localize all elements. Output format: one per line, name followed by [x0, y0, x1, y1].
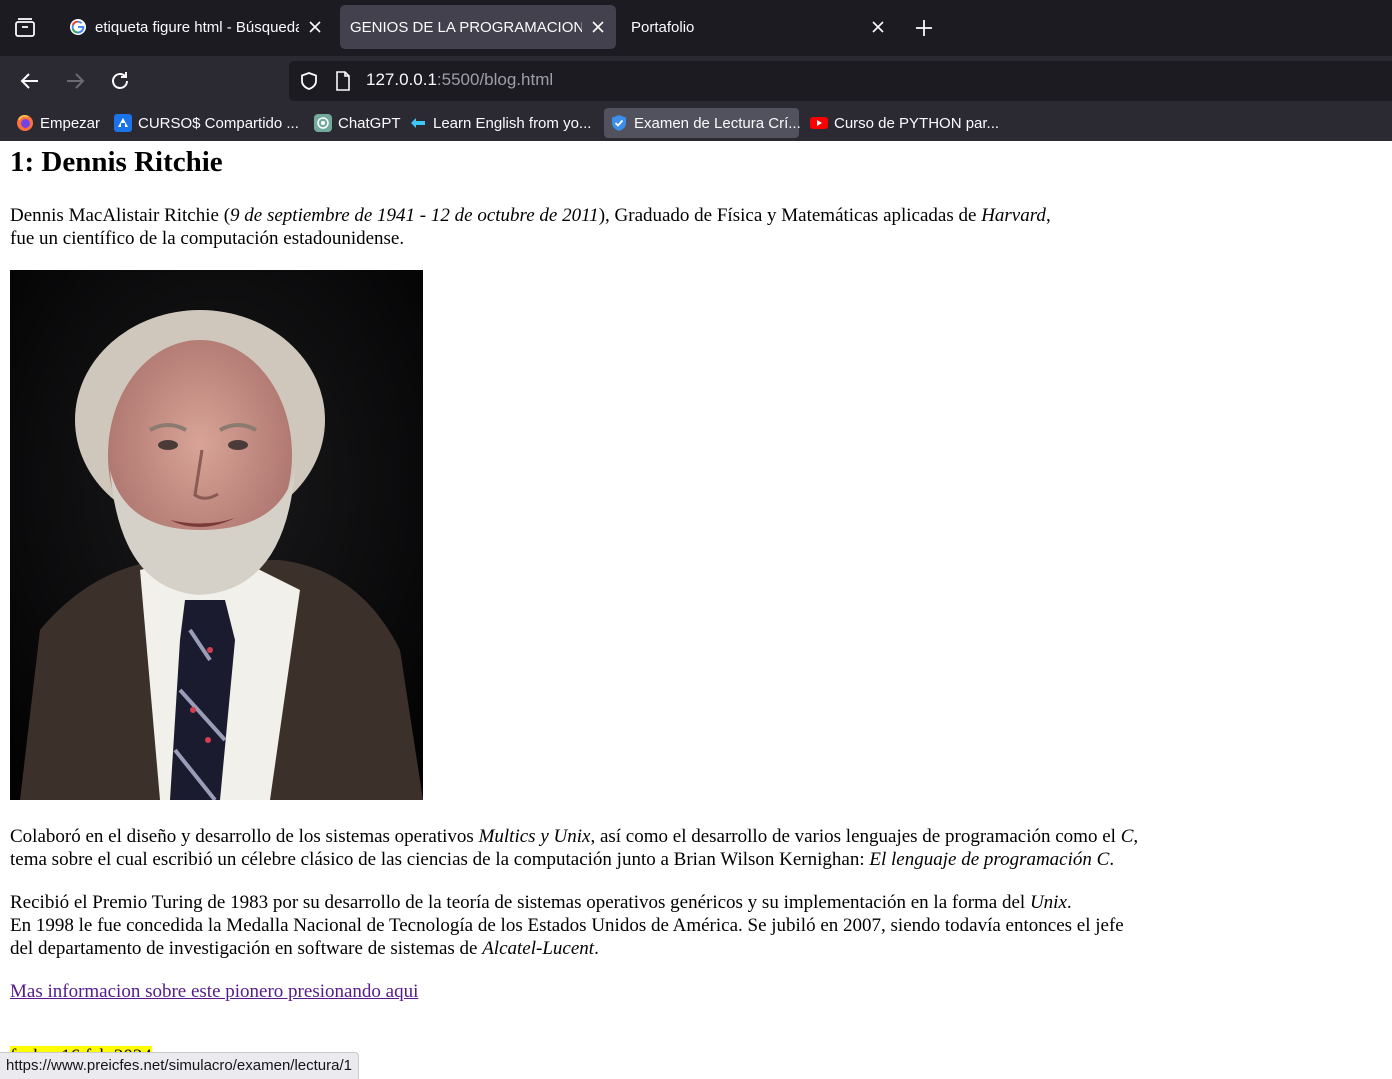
tab-title: GENIOS DE LA PROGRAMACION — [350, 18, 582, 36]
text: , así como el desarrollo de varios lengu… — [590, 826, 1121, 847]
c-lang-text: C — [1120, 826, 1134, 847]
text: tema sobre el cual escribió un célebre c… — [10, 849, 870, 870]
text: . — [1066, 892, 1072, 913]
status-bar: https://www.preicfes.net/simulacro/exame… — [0, 1052, 359, 1079]
tab-genios[interactable]: GENIOS DE LA PROGRAMACION — [340, 5, 616, 49]
text: . — [1109, 849, 1115, 870]
alcatel-text: Alcatel-Lucent — [482, 938, 595, 959]
dennis-ritchie-photo — [10, 270, 423, 800]
text: . — [594, 938, 599, 959]
bookmark-label: Empezar — [40, 114, 101, 132]
address-bar[interactable]: 127.0.0.1:5500/blog.html — [289, 61, 1392, 101]
tab-portafolio[interactable]: Portafolio — [621, 5, 896, 49]
page-title: 1: Dennis Ritchie — [10, 146, 223, 178]
text: En 1998 le fue concedida la Medalla Naci… — [10, 915, 1124, 936]
url-host: 127.0.0.1 — [366, 70, 437, 89]
page-icon — [336, 71, 350, 91]
chatgpt-icon — [314, 114, 332, 132]
bookmarks-bar: Empezar CURSO$ Compartido ... ChatGPT Le… — [0, 106, 1392, 141]
bookmark-label: Examen de Lectura Crí... — [634, 114, 801, 132]
text: Recibió el Premio Turing de 1983 por su … — [10, 892, 1030, 913]
url-path: :5500/blog.html — [436, 70, 554, 89]
close-icon[interactable] — [307, 19, 323, 35]
harvard-text: Harvard — [981, 205, 1046, 226]
more-info-link[interactable]: Mas informacion sobre este pionero presi… — [10, 981, 418, 1003]
bookmark-label: ChatGPT — [338, 114, 401, 132]
awards-paragraph: Recibió el Premio Turing de 1983 por su … — [10, 891, 1230, 960]
text: Colaboró en el diseño y desarrollo de lo… — [10, 826, 479, 847]
shield-icon[interactable] — [299, 71, 319, 91]
close-icon[interactable] — [590, 19, 606, 35]
tab-list-icon[interactable] — [14, 17, 36, 39]
learn-icon — [411, 118, 425, 128]
bookmark-label: CURSO$ Compartido ... — [138, 114, 299, 132]
new-tab-icon[interactable] — [913, 17, 935, 39]
bookmark-examen[interactable]: Examen de Lectura Crí... — [604, 108, 801, 138]
youtube-icon — [810, 117, 828, 129]
nav-bar: 127.0.0.1:5500/blog.html — [0, 56, 1392, 106]
bookmark-label: Learn English from yo... — [433, 114, 592, 132]
text: fue un científico de la computación esta… — [10, 228, 405, 249]
tab-title: etiqueta figure html - Búsqueda — [95, 18, 299, 36]
os-text: Multics y Unix — [478, 826, 591, 847]
bookmark-cursos[interactable]: CURSO$ Compartido ... — [108, 108, 305, 138]
bookmark-empezar[interactable]: Empezar — [10, 108, 106, 138]
firefox-icon — [17, 115, 33, 131]
portrait-image — [10, 270, 423, 800]
text: ), Graduado de Física y Matemáticas apli… — [598, 205, 982, 226]
close-icon[interactable] — [870, 19, 886, 35]
url-text[interactable]: 127.0.0.1:5500/blog.html — [366, 70, 553, 90]
tab-search[interactable]: etiqueta figure html - Búsqueda — [59, 5, 333, 49]
text: , — [1045, 205, 1051, 226]
tab-bar: etiqueta figure html - Búsqueda GENIOS D… — [0, 0, 1392, 56]
back-icon[interactable] — [18, 69, 42, 93]
text: , — [1133, 826, 1139, 847]
text: Dennis MacAlistair Ritchie ( — [10, 205, 231, 226]
career-paragraph: Colaboró en el diseño y desarrollo de lo… — [10, 825, 1230, 871]
bookmark-label: Curso de PYTHON par... — [834, 114, 1000, 132]
forward-icon[interactable] — [63, 69, 87, 93]
dates-text: 9 de septiembre de 1941 - 12 de octubre … — [230, 205, 599, 226]
drive-icon — [114, 114, 132, 132]
intro-paragraph: Dennis MacAlistair Ritchie (9 de septiem… — [10, 204, 1230, 250]
reload-icon[interactable] — [108, 69, 132, 93]
book-title: El lenguaje de programación C — [869, 849, 1110, 870]
unix-text: Unix — [1029, 892, 1067, 913]
bookmark-python[interactable]: Curso de PYTHON par... — [804, 108, 1005, 138]
google-icon — [70, 19, 86, 35]
bookmark-chatgpt[interactable]: ChatGPT — [308, 108, 407, 138]
text: del departamento de investigación en sof… — [10, 938, 483, 959]
bookmark-learn-english[interactable]: Learn English from yo... — [403, 108, 597, 138]
tab-title: Portafolio — [631, 18, 695, 36]
check-shield-icon — [612, 115, 626, 131]
